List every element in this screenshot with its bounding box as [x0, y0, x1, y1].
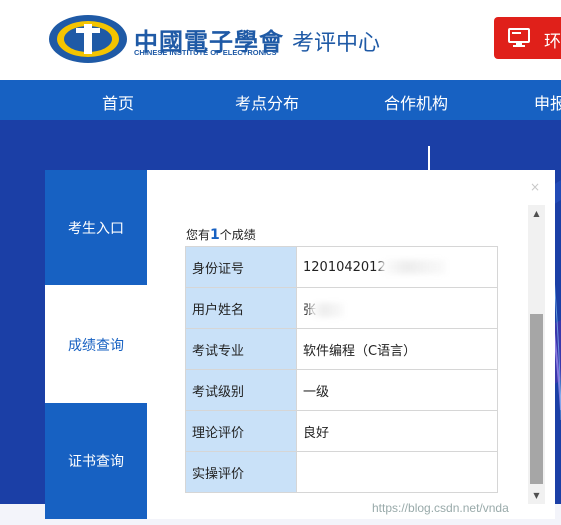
- org-name-en: CHINESE INSTITUTE OF ELECTRONICS: [134, 48, 277, 57]
- top-button-label: 环: [544, 32, 561, 52]
- nav-item-locations[interactable]: 考点分布: [235, 90, 299, 114]
- tab-certificate-query[interactable]: 证书查询: [45, 403, 147, 519]
- results-table: 身份证号 1201042012 用户姓名 张 考试专业 软件编程（C语言） 考试…: [185, 246, 498, 493]
- id-number-value: 1201042012: [303, 259, 386, 275]
- scroll-down-arrow-icon[interactable]: ▼: [528, 487, 545, 504]
- scroll-up-arrow-icon[interactable]: ▲: [528, 205, 545, 222]
- row-value-exam-major: 软件编程（C语言）: [296, 328, 498, 370]
- nav-item-partners[interactable]: 合作机构: [384, 90, 448, 114]
- tab-candidate-entry[interactable]: 考生入口: [45, 170, 147, 285]
- row-key-theory-eval: 理论评价: [185, 410, 297, 452]
- table-row: 理论评价 良好: [185, 410, 498, 452]
- query-tabs: 考生入口 成绩查询 证书查询: [45, 170, 147, 519]
- table-row: 考试专业 软件编程（C语言）: [185, 328, 498, 370]
- tab-label: 证书查询: [68, 454, 124, 470]
- row-key-exam-major: 考试专业: [185, 328, 297, 370]
- summary-suffix: 个成绩: [219, 228, 256, 242]
- top-right-button[interactable]: 环: [494, 17, 561, 59]
- row-key-user-name: 用户姓名: [185, 287, 297, 329]
- cie-logo-icon: [49, 15, 127, 63]
- row-value-user-name: 张: [296, 287, 498, 329]
- row-value-exam-level: 一级: [296, 369, 498, 411]
- row-key-id-number: 身份证号: [185, 246, 297, 288]
- site-header: 中國電子學會 CHINESE INSTITUTE OF ELECTRONICS …: [0, 0, 561, 80]
- summary-prefix: 您有: [186, 228, 211, 242]
- panel-scrollbar[interactable]: ▲ ▼: [528, 205, 545, 504]
- tab-score-query[interactable]: 成绩查询: [45, 285, 147, 403]
- main-nav: 首页 考点分布 合作机构 申报: [0, 80, 561, 120]
- tab-label: 考生入口: [68, 221, 124, 237]
- tab-label: 成绩查询: [68, 338, 124, 354]
- computer-monitor-icon: [508, 28, 530, 47]
- center-title: 考评中心: [292, 31, 381, 56]
- table-row: 考试级别 一级: [185, 369, 498, 411]
- row-key-exam-level: 考试级别: [185, 369, 297, 411]
- nav-item-home[interactable]: 首页: [102, 90, 134, 114]
- table-row: 用户姓名 张: [185, 287, 498, 329]
- table-row: 身份证号 1201042012: [185, 246, 498, 288]
- nav-item-apply[interactable]: 申报: [534, 90, 561, 114]
- row-value-id-number: 1201042012: [296, 246, 498, 288]
- watermark: https://blog.csdn.net/vnda: [372, 501, 509, 515]
- row-key-practical-eval: 实操评价: [185, 451, 297, 493]
- summary-count: 1: [210, 227, 220, 243]
- privacy-blur: [310, 303, 345, 317]
- privacy-blur: [379, 260, 446, 274]
- row-value-theory-eval: 良好: [296, 410, 498, 452]
- close-icon[interactable]: ×: [530, 180, 540, 194]
- scrollbar-thumb[interactable]: [530, 314, 543, 484]
- table-row: 实操评价: [185, 451, 498, 493]
- results-summary: 您有1个成绩: [186, 226, 256, 243]
- row-value-practical-eval: [296, 451, 498, 493]
